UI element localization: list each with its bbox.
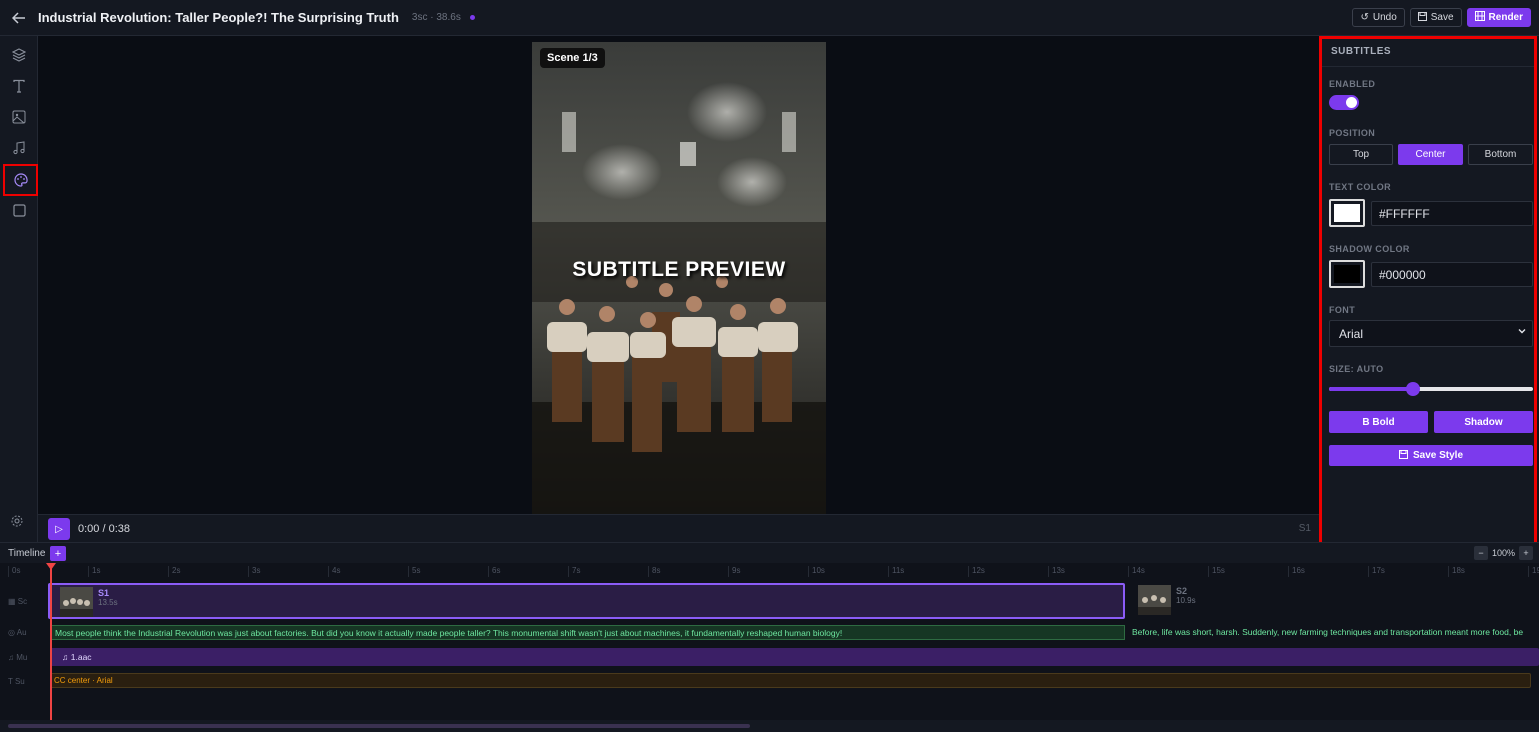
ruler-tick: 0s (8, 566, 20, 577)
play-button[interactable]: ▷ (48, 518, 70, 540)
zoom-controls: − 100% + (1473, 546, 1533, 560)
text-color-swatch[interactable] (1329, 199, 1365, 227)
subtitle-clip[interactable]: CC center · Arial (50, 673, 1531, 688)
timeline-scrollbar[interactable] (0, 720, 1539, 732)
ruler-tick: 4s (328, 566, 340, 577)
scenes-track-label: ▦ Sc (8, 597, 28, 606)
ruler-tick: 15s (1208, 566, 1225, 577)
video-preview[interactable]: Scene 1/3 SUBTITLE PREVIEW (532, 42, 826, 514)
ruler-tick: 9s (728, 566, 740, 577)
size-slider[interactable] (1329, 382, 1533, 396)
ruler-tick: 18s (1448, 566, 1465, 577)
ruler-tick: 14s (1128, 566, 1145, 577)
scrollbar-thumb[interactable] (8, 724, 750, 728)
font-label: FONT (1329, 305, 1356, 315)
timeline-tracks: ▦ Sc ◎ Au ♫ Mu T Su S1 13.5s S2 10.9s Mo… (0, 577, 1539, 720)
music-icon[interactable] (9, 138, 29, 158)
save-button[interactable]: Save (1409, 8, 1462, 27)
audio-clip[interactable]: Before, life was short, harsh. Suddenly,… (1128, 625, 1539, 640)
undo-icon: ↺ (1360, 12, 1369, 23)
subtitle-preview-text: SUBTITLE PREVIEW (572, 258, 786, 281)
top-bar: Industrial Revolution: Taller People?! T… (0, 0, 1539, 36)
film-icon (1474, 11, 1485, 24)
position-bottom-button[interactable]: Bottom (1468, 144, 1533, 165)
save-icon (1417, 11, 1427, 24)
zoom-in-icon[interactable]: + (1519, 546, 1533, 560)
current-scene-indicator: S1 (1298, 523, 1311, 534)
scene-clip-s1[interactable]: S1 13.5s (48, 583, 1125, 619)
save-icon (1398, 449, 1408, 462)
ruler-tick: 2s (168, 566, 180, 577)
unsaved-dot (469, 15, 475, 20)
scene-badge: Scene 1/3 (540, 48, 605, 68)
position-label: POSITION (1329, 128, 1376, 138)
ruler-tick: 19s (1528, 566, 1539, 577)
palette-icon[interactable] (3, 164, 38, 196)
ruler-tick: 6s (488, 566, 500, 577)
shadow-color-label: SHADOW COLOR (1329, 244, 1410, 254)
music-track-label: ♫ Mu (8, 653, 28, 662)
size-label: SIZE: AUTO (1329, 364, 1384, 374)
shadow-color-swatch[interactable] (1329, 260, 1365, 288)
ruler-tick: 12s (968, 566, 985, 577)
position-center-button[interactable]: Center (1398, 144, 1463, 165)
tool-sidebar (0, 36, 38, 542)
render-button[interactable]: Render (1466, 8, 1531, 27)
music-note-icon: ♫ (62, 652, 69, 662)
ruler-tick: 13s (1048, 566, 1065, 577)
text-icon[interactable] (9, 76, 29, 96)
ruler-tick: 11s (888, 566, 904, 577)
chevron-down-icon (1517, 326, 1527, 339)
back-arrow-icon[interactable] (0, 0, 38, 36)
scene-thumbnail (1138, 585, 1171, 615)
gear-icon[interactable] (10, 514, 28, 532)
bold-button[interactable]: B Bold (1329, 411, 1428, 433)
shadow-button[interactable]: Shadow (1434, 411, 1533, 433)
project-title: Industrial Revolution: Taller People?! T… (38, 10, 399, 25)
preview-canvas: Scene 1/3 SUBTITLE PREVIEW (38, 36, 1319, 514)
ruler-tick: 17s (1368, 566, 1385, 577)
ruler-tick: 5s (408, 566, 420, 577)
panel-title: SUBTITLES (1322, 39, 1534, 67)
timeline-title: Timeline (8, 548, 46, 559)
subtitles-panel: SUBTITLES ENABLED POSITION Top Center Bo… (1319, 36, 1537, 545)
playhead[interactable] (50, 563, 52, 723)
text-color-input[interactable]: #FFFFFF (1371, 201, 1533, 226)
play-icon: ▷ (55, 523, 63, 535)
save-style-button[interactable]: Save Style (1329, 445, 1533, 466)
playback-bar: ▷ 0:00 / 0:38 S1 (38, 514, 1319, 542)
enabled-label: ENABLED (1329, 79, 1376, 89)
size-slider-thumb[interactable] (1405, 382, 1420, 396)
subtitles-track-label: T Su (8, 677, 25, 686)
audio-clip[interactable]: Most people think the Industrial Revolut… (50, 625, 1125, 640)
square-icon[interactable] (9, 200, 29, 220)
image-icon[interactable] (9, 107, 29, 127)
layers-icon[interactable] (9, 45, 29, 65)
add-track-button[interactable]: + (50, 546, 66, 561)
enabled-toggle[interactable] (1329, 95, 1359, 110)
scene-thumbnail (60, 587, 93, 617)
ruler-tick: 10s (808, 566, 825, 577)
ruler-tick: 1s (88, 566, 100, 577)
shadow-color-input[interactable]: #000000 (1371, 262, 1533, 287)
scene-clip-s2[interactable]: S2 10.9s (1128, 583, 1228, 619)
undo-button[interactable]: ↺ Undo (1352, 8, 1405, 27)
ruler-tick: 3s (248, 566, 260, 577)
timeline-header: Timeline + − 100% + (0, 542, 1539, 563)
music-clip[interactable]: ♫ 1.aac (50, 648, 1539, 666)
position-top-button[interactable]: Top (1329, 144, 1393, 165)
timeline-ruler[interactable]: 0s 1s 2s 3s 4s 5s 6s 7s 8s 9s 10s 11s 12… (0, 563, 1539, 577)
zoom-level: 100% (1491, 548, 1515, 558)
font-select[interactable]: Arial (1329, 320, 1533, 347)
zoom-out-icon[interactable]: − (1473, 546, 1488, 560)
audio-track-label: ◎ Au (8, 628, 27, 637)
ruler-tick: 7s (568, 566, 580, 577)
text-color-label: TEXT COLOR (1329, 182, 1391, 192)
ruler-tick: 8s (648, 566, 660, 577)
project-meta: 3sc · 38.6s (411, 12, 461, 23)
timecode: 0:00 / 0:38 (78, 523, 130, 535)
ruler-tick: 16s (1288, 566, 1305, 577)
